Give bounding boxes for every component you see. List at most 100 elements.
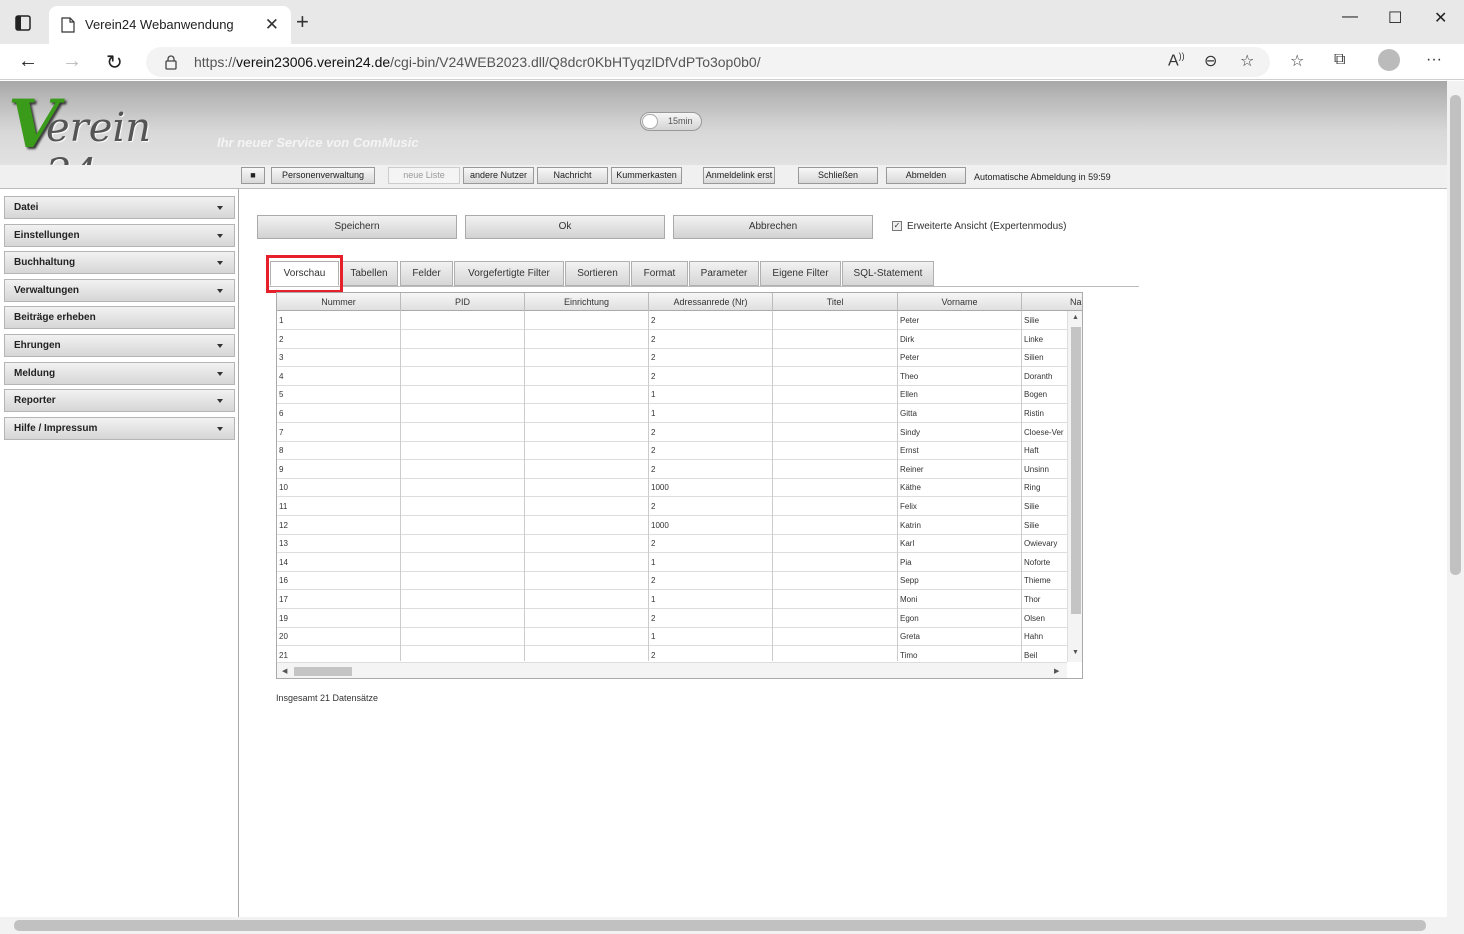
table-row[interactable]: 13 2 Karl Owievary — [277, 534, 1067, 554]
url-field[interactable]: https://verein23006.verein24.de/cgi-bin/… — [146, 47, 1270, 77]
sidebar-item-meldung[interactable]: Meldung — [4, 362, 235, 385]
table-row[interactable]: 20 1 Greta Hahn — [277, 627, 1067, 647]
zoom-icon[interactable]: ⊖ — [1204, 51, 1217, 71]
tab-sortieren[interactable]: Sortieren — [565, 261, 630, 286]
sidebar-item-reporter[interactable]: Reporter — [4, 389, 235, 412]
kummerkasten-button[interactable]: Kummerkasten — [611, 167, 682, 184]
table-row[interactable]: 19 2 Egon Olsen — [277, 608, 1067, 628]
scroll-right-icon[interactable]: ▶ — [1054, 667, 1059, 675]
nachricht-button[interactable]: Nachricht — [537, 167, 608, 184]
schliessen-button[interactable]: Schließen — [798, 167, 878, 184]
grid-vertical-scrollbar[interactable]: ▲ ▼ — [1067, 311, 1082, 662]
favorites-icon[interactable]: ☆ — [1290, 51, 1304, 71]
column-header-name[interactable]: Na — [1022, 293, 1082, 311]
sidebar-item-einstellungen[interactable]: Einstellungen — [4, 224, 235, 247]
tab-felder[interactable]: Felder — [400, 261, 453, 286]
cell-nummer: 19 — [277, 608, 401, 628]
back-icon[interactable]: ← — [18, 50, 38, 73]
web-page: V erein 24 Ihr neuer Service von ComMusi… — [0, 81, 1447, 917]
profile-avatar-icon[interactable] — [1378, 49, 1400, 71]
cell-adressanrede: 1 — [649, 404, 773, 423]
tab-tabellen[interactable]: Tabellen — [340, 261, 398, 286]
page-horizontal-scrollbar[interactable] — [0, 917, 1447, 934]
speichern-button[interactable]: Speichern — [257, 215, 457, 239]
square-button[interactable]: ■ — [241, 167, 265, 184]
sidebar-item-hilfe[interactable]: Hilfe / Impressum — [4, 417, 235, 440]
sidebar-item-ehrungen[interactable]: Ehrungen — [4, 334, 235, 357]
andere-nutzer-button[interactable]: andere Nutzer — [463, 167, 534, 184]
column-header-nummer[interactable]: Nummer — [277, 293, 401, 311]
abmelden-button[interactable]: Abmelden — [886, 167, 966, 184]
grid-vscroll-thumb[interactable] — [1071, 327, 1081, 614]
refresh-icon[interactable]: ↻ — [106, 50, 123, 75]
column-header-vorname[interactable]: Vorname — [898, 293, 1022, 311]
tab-vorgefertigte-filter[interactable]: Vorgefertigte Filter — [454, 261, 564, 286]
sidebar-item-datei[interactable]: Datei — [4, 196, 235, 219]
tab-format[interactable]: Format — [631, 261, 688, 286]
close-tab-icon[interactable]: ✕ — [265, 15, 279, 35]
scroll-left-icon[interactable]: ◀ — [282, 667, 287, 675]
table-row[interactable]: 6 1 Gitta Ristin — [277, 404, 1067, 423]
tab-actions-icon[interactable] — [14, 14, 32, 32]
session-timer-toggle[interactable]: 15min — [640, 112, 702, 131]
lock-icon[interactable] — [164, 54, 178, 70]
column-header-pid[interactable]: PID — [401, 293, 525, 311]
favorite-add-icon[interactable]: ☆ — [1240, 51, 1254, 71]
column-header-adressanrede[interactable]: Adressanrede (Nr) — [649, 293, 773, 311]
table-row[interactable]: 1 2 Peter Silie — [277, 311, 1067, 330]
cell-adressanrede: 2 — [649, 534, 773, 554]
table-row[interactable]: 12 1000 Katrin Silie — [277, 515, 1067, 535]
read-aloud-icon[interactable]: A)) — [1168, 51, 1185, 70]
forward-icon[interactable]: → — [62, 50, 82, 73]
sidebar-item-verwaltungen[interactable]: Verwaltungen — [4, 279, 235, 302]
anmeldelink-button[interactable]: Anmeldelink erst — [703, 167, 775, 184]
column-header-einrichtung[interactable]: Einrichtung — [525, 293, 649, 311]
ok-button[interactable]: Ok — [465, 215, 665, 239]
neue-liste-button[interactable]: neue Liste — [388, 167, 460, 184]
table-row[interactable]: 4 2 Theo Doranth — [277, 366, 1067, 386]
tab-eigene-filter[interactable]: Eigene Filter — [760, 261, 841, 286]
maximize-icon[interactable]: ☐ — [1388, 8, 1402, 28]
url-text: https://verein23006.verein24.de/cgi-bin/… — [194, 54, 761, 70]
app-toolbar: ■ Personenverwaltung neue Liste andere N… — [0, 165, 1447, 189]
scroll-up-icon[interactable]: ▲ — [1072, 314, 1079, 321]
table-row[interactable]: 10 1000 Käthe Ring — [277, 478, 1067, 498]
sidebar-item-beitraege[interactable]: Beiträge erheben — [4, 306, 235, 329]
expert-mode-option[interactable]: ✓ Erweiterte Ansicht (Expertenmodus) — [892, 221, 1067, 232]
page-vscroll-thumb[interactable] — [1450, 95, 1461, 575]
grid-horizontal-scrollbar[interactable]: ◀ ▶ — [277, 662, 1067, 678]
tab-parameter[interactable]: Parameter — [689, 261, 759, 286]
table-row[interactable]: 8 2 Ernst Haft — [277, 441, 1067, 461]
table-row[interactable]: 11 2 Felix Silie — [277, 497, 1067, 516]
cell-pid — [401, 590, 525, 609]
table-row[interactable]: 9 2 Reiner Unsinn — [277, 459, 1067, 479]
sidebar-item-buchhaltung[interactable]: Buchhaltung — [4, 251, 235, 274]
minimize-icon[interactable]: — — [1342, 8, 1358, 26]
table-row[interactable]: 17 1 Moni Thor — [277, 590, 1067, 609]
expert-mode-checkbox[interactable]: ✓ — [892, 221, 902, 232]
table-row[interactable]: 5 1 Ellen Bogen — [277, 385, 1067, 405]
cell-vorname: Peter — [898, 348, 1022, 368]
collections-icon[interactable]: ⧉ — [1334, 51, 1345, 69]
caret-down-icon — [217, 427, 223, 431]
tab-sql-statement[interactable]: SQL-Statement — [842, 261, 934, 286]
table-row[interactable]: 21 2 Timo Beil — [277, 645, 1067, 661]
new-tab-icon[interactable]: + — [296, 11, 309, 33]
page-vertical-scrollbar[interactable] — [1447, 81, 1464, 917]
table-row[interactable]: 7 2 Sindy Cloese-Ver — [277, 422, 1067, 442]
cell-einrichtung — [525, 311, 649, 330]
more-menu-icon[interactable]: ··· — [1426, 51, 1442, 69]
cell-einrichtung — [525, 459, 649, 479]
page-hscroll-thumb[interactable] — [14, 920, 1426, 931]
personenverwaltung-button[interactable]: Personenverwaltung — [271, 167, 375, 184]
table-row[interactable]: 14 1 Pia Noforte — [277, 552, 1067, 572]
close-window-icon[interactable]: ✕ — [1434, 8, 1447, 28]
browser-tab[interactable]: Verein24 Webanwendung ✕ — [49, 6, 291, 44]
abbrechen-button[interactable]: Abbrechen — [673, 215, 873, 239]
scroll-down-icon[interactable]: ▼ — [1072, 649, 1079, 656]
table-row[interactable]: 16 2 Sepp Thieme — [277, 571, 1067, 591]
grid-hscroll-thumb[interactable] — [294, 667, 352, 676]
column-header-titel[interactable]: Titel — [773, 293, 898, 311]
table-row[interactable]: 3 2 Peter Silien — [277, 348, 1067, 368]
table-row[interactable]: 2 2 Dirk Linke — [277, 329, 1067, 349]
